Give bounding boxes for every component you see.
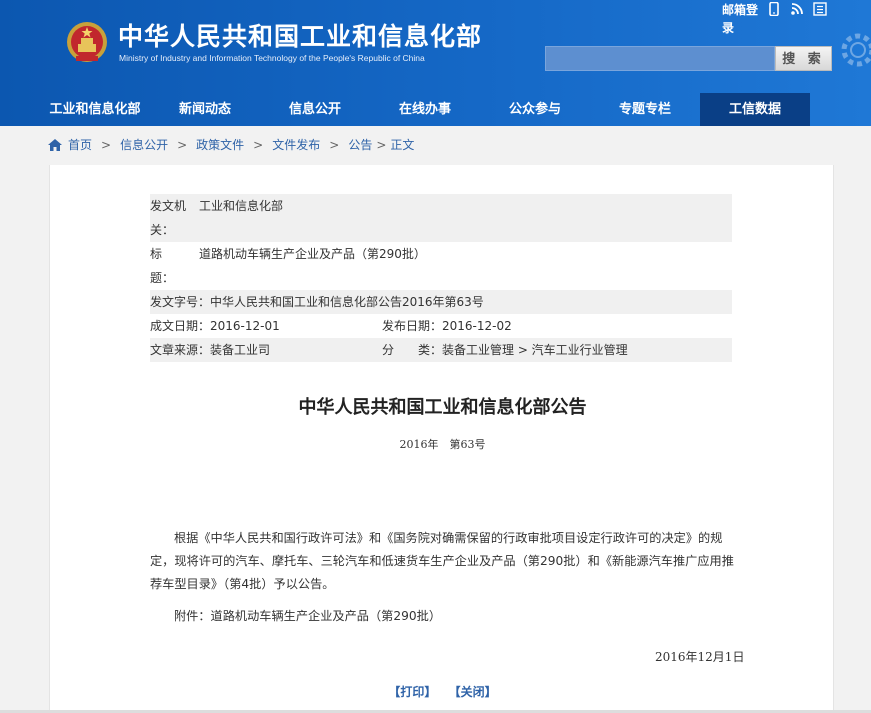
title-value: 道路机动车辆生产企业及产品（第290批） bbox=[199, 247, 426, 261]
nav-item-online-services[interactable]: 在线办事 bbox=[370, 93, 480, 126]
print-button[interactable]: 【打印】 bbox=[388, 685, 436, 699]
breadcrumb-current: 正文 bbox=[390, 138, 415, 152]
search-button[interactable]: 搜 索 bbox=[775, 46, 832, 71]
meta-row-title: 标 道路机动车辆生产企业及产品（第290批） bbox=[150, 242, 732, 266]
title-label-cont: 题： bbox=[150, 271, 175, 285]
meta-row-issuer: 发文机 工业和信息化部 bbox=[150, 194, 732, 218]
breadcrumb-separator: > bbox=[101, 138, 112, 152]
home-icon[interactable] bbox=[48, 139, 62, 151]
nav-item-public-participation[interactable]: 公众参与 bbox=[480, 93, 590, 126]
list-icon[interactable] bbox=[813, 2, 827, 16]
mobile-icon[interactable] bbox=[767, 2, 781, 16]
breadcrumb-home[interactable]: 首页 bbox=[68, 136, 92, 154]
breadcrumb-separator: > bbox=[253, 138, 264, 152]
gear-decoration-icon bbox=[841, 33, 871, 67]
document-meta-table: 发文机 工业和信息化部 关： 标 道路机动车辆生产企业及产品（第290批） 题：… bbox=[150, 194, 732, 362]
doc-number: 发文字号：中华人民共和国工业和信息化部公告2016年第63号 bbox=[150, 295, 484, 309]
breadcrumb-document-release[interactable]: 文件发布 bbox=[272, 136, 320, 154]
nav-item-info-disclosure[interactable]: 信息公开 bbox=[260, 93, 370, 126]
site-title[interactable]: 中华人民共和国工业和信息化部 bbox=[118, 17, 482, 53]
breadcrumb-separator: > bbox=[329, 138, 340, 152]
issuer-value: 工业和信息化部 bbox=[199, 199, 284, 213]
breadcrumb: 首页 > 信息公开 > 政策文件 > 文件发布 > 公告 > 正文 bbox=[48, 136, 414, 154]
category[interactable]: 分 类：装备工业管理 > 汽车工业行业管理 bbox=[382, 338, 628, 362]
document-title: 中华人民共和国工业和信息化部公告 bbox=[298, 397, 587, 418]
nav-item-special-topics[interactable]: 专题专栏 bbox=[590, 93, 700, 126]
publish-date: 发布日期：2016-12-02 bbox=[382, 319, 512, 333]
article-content: 发文机 工业和信息化部 关： 标 道路机动车辆生产企业及产品（第290批） 题：… bbox=[49, 165, 834, 713]
breadcrumb-separator: > bbox=[376, 138, 387, 152]
main-nav: 工业和信息化部 新闻动态 信息公开 在线办事 公众参与 专题专栏 工信数据 bbox=[40, 93, 810, 126]
nav-item-data[interactable]: 工信数据 bbox=[700, 93, 810, 126]
nav-item-news[interactable]: 新闻动态 bbox=[150, 93, 260, 126]
meta-row-title-cont: 题： bbox=[150, 266, 732, 290]
site-header: 中华人民共和国工业和信息化部 Ministry of Industry and … bbox=[0, 0, 871, 126]
title-label: 标 bbox=[150, 247, 163, 261]
article-actions: 【打印】 【关闭】 bbox=[50, 683, 835, 700]
nav-item-ministry[interactable]: 工业和信息化部 bbox=[40, 93, 150, 126]
document-number: 2016年 第63号 bbox=[399, 438, 486, 451]
issuer-label-cont: 关： bbox=[150, 223, 175, 237]
breadcrumb-separator: > bbox=[177, 138, 188, 152]
national-emblem-icon bbox=[67, 22, 107, 62]
top-links: 邮箱登录 bbox=[722, 1, 762, 37]
document-body: 根据《中华人民共和国行政许可法》和《国务院对确需保留的行政审批项目设定行政许可的… bbox=[150, 531, 734, 591]
mail-login-link[interactable]: 邮箱登录 bbox=[722, 1, 762, 37]
meta-row-dates: 成文日期：2016-12-01 发布日期：2016-12-02 bbox=[150, 314, 732, 338]
written-date: 成文日期：2016-12-01 bbox=[150, 319, 280, 333]
meta-row-doc-number: 发文字号：中华人民共和国工业和信息化部公告2016年第63号 bbox=[150, 290, 732, 314]
site-subtitle: Ministry of Industry and Information Tec… bbox=[119, 53, 425, 63]
close-button[interactable]: 【关闭】 bbox=[449, 685, 497, 699]
attachment-link[interactable]: 附件：道路机动车辆生产企业及产品（第290批） bbox=[174, 606, 441, 624]
breadcrumb-announcements[interactable]: 公告 bbox=[348, 136, 372, 154]
breadcrumb-policy-documents[interactable]: 政策文件 bbox=[196, 136, 244, 154]
meta-row-source: 文章来源：装备工业司 分 类：装备工业管理 > 汽车工业行业管理 bbox=[150, 338, 732, 362]
rss-icon[interactable] bbox=[790, 2, 804, 16]
breadcrumb-info-disclosure[interactable]: 信息公开 bbox=[120, 136, 168, 154]
signature-date: 2016年12月1日 bbox=[655, 650, 745, 664]
issuer-label: 发文机 bbox=[150, 199, 187, 213]
source: 文章来源：装备工业司 bbox=[150, 343, 271, 357]
search-input[interactable] bbox=[545, 46, 775, 71]
meta-row-issuer-cont: 关： bbox=[150, 218, 732, 242]
